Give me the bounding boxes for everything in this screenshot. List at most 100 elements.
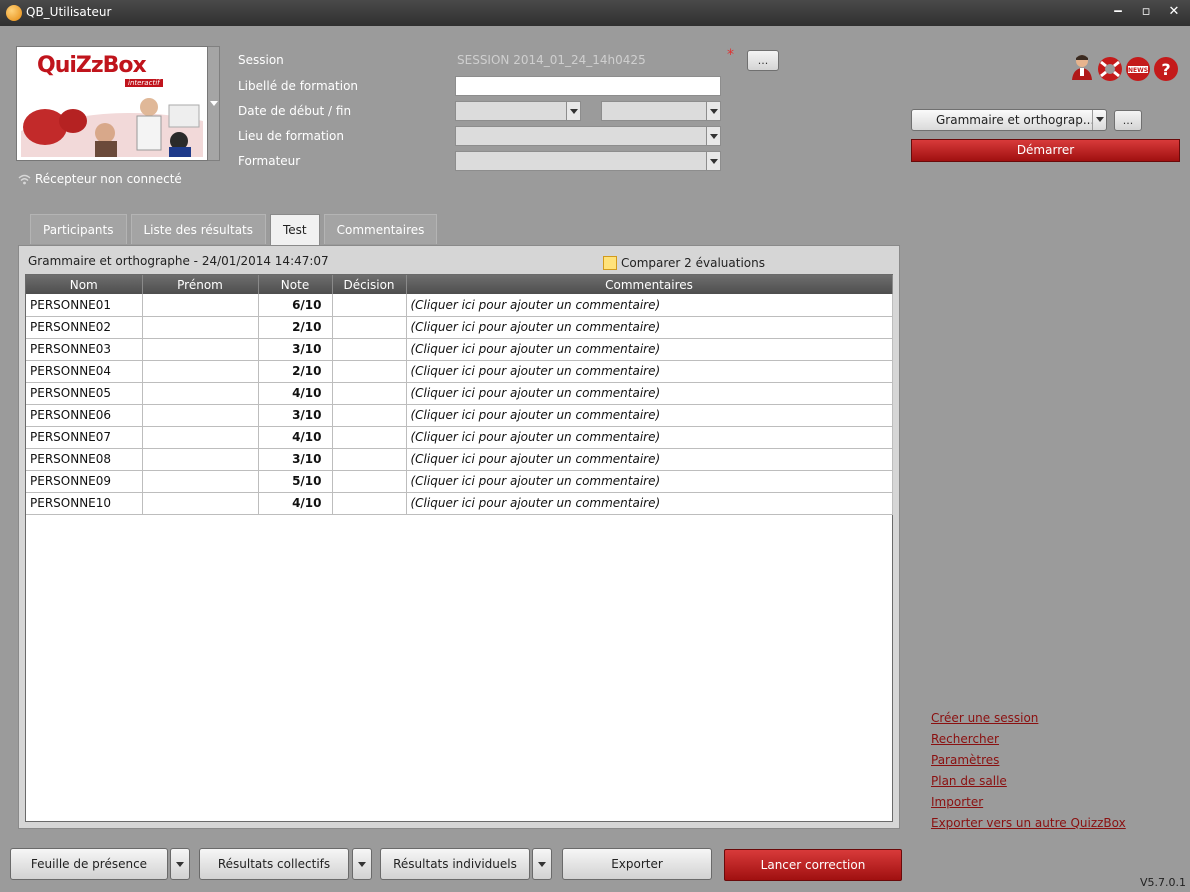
side-link[interactable]: Plan de salle [931, 771, 1126, 792]
cell-prenom [142, 404, 259, 427]
resultats-individuels-button[interactable]: Résultats individuels [380, 848, 530, 880]
table-row[interactable]: PERSONNE09 5/10 (Cliquer ici pour ajouter … [26, 470, 893, 493]
end-date-select[interactable] [601, 101, 721, 121]
column-header-note[interactable]: Note [258, 275, 333, 294]
start-date-select[interactable] [455, 101, 581, 121]
column-header-comments[interactable]: Commentaires [406, 275, 893, 294]
user-icon[interactable] [1069, 53, 1095, 81]
news-icon[interactable]: NEWS [1125, 55, 1151, 83]
compare-checkbox[interactable]: Comparer 2 évaluations [603, 256, 765, 270]
cell-decision [332, 426, 407, 449]
chevron-down-icon[interactable] [706, 152, 720, 170]
logo-illustration [21, 91, 203, 157]
table-row[interactable]: PERSONNE10 4/10 (Cliquer ici pour ajouter … [26, 492, 893, 515]
side-link[interactable]: Créer une session [931, 708, 1126, 729]
cell-note: 6/10 [258, 294, 333, 317]
table-row[interactable]: PERSONNE07 4/10 (Cliquer ici pour ajouter … [26, 426, 893, 449]
table-row[interactable]: PERSONNE08 3/10 (Cliquer ici pour ajouter … [26, 448, 893, 471]
close-icon[interactable]: ✕ [1163, 3, 1185, 21]
tab-participants[interactable]: Participants [30, 214, 127, 244]
maximize-icon[interactable]: ▫ [1135, 3, 1157, 21]
side-link[interactable]: Rechercher [931, 729, 1126, 750]
receiver-status: Récepteur non connecté [18, 172, 182, 186]
cell-comment[interactable]: (Cliquer ici pour ajouter un commentaire… [406, 316, 893, 339]
cell-decision [332, 316, 407, 339]
resultats-collectifs-button[interactable]: Résultats collectifs [199, 848, 349, 880]
chevron-down-icon[interactable] [1092, 110, 1106, 130]
cell-comment[interactable]: (Cliquer ici pour ajouter un commentaire… [406, 426, 893, 449]
formateur-select[interactable] [455, 151, 721, 171]
side-link[interactable]: Importer [931, 792, 1126, 813]
cell-decision [332, 448, 407, 471]
libelle-input[interactable] [455, 76, 721, 96]
cell-prenom [142, 316, 259, 339]
required-marker: * [727, 47, 734, 63]
results-body: PERSONNE01 6/10 (Cliquer ici pour ajouter … [26, 294, 893, 515]
column-header-prenom[interactable]: Prénom [142, 275, 259, 294]
tab-test[interactable]: Test [270, 214, 320, 247]
cell-nom: PERSONNE09 [26, 470, 143, 493]
resultats-collectifs-dropdown[interactable] [352, 848, 372, 880]
help-icon[interactable]: ? [1153, 55, 1179, 83]
checkbox-icon[interactable] [603, 256, 617, 270]
feuille-presence-button[interactable]: Feuille de présence [10, 848, 168, 880]
life-ring-icon[interactable] [1097, 55, 1123, 83]
chevron-down-icon[interactable] [566, 102, 580, 120]
minimize-icon[interactable]: ‒ [1107, 3, 1129, 21]
start-button[interactable]: Démarrer [911, 139, 1180, 162]
tab-comments[interactable]: Commentaires [323, 214, 438, 244]
table-row[interactable]: PERSONNE02 2/10 (Cliquer ici pour ajouter … [26, 316, 893, 339]
cell-comment[interactable]: (Cliquer ici pour ajouter un commentaire… [406, 404, 893, 427]
cell-nom: PERSONNE10 [26, 492, 143, 515]
resultats-individuels-dropdown[interactable] [532, 848, 552, 880]
lieu-select[interactable] [455, 126, 721, 146]
cell-comment[interactable]: (Cliquer ici pour ajouter un commentaire… [406, 470, 893, 493]
table-row[interactable]: PERSONNE03 3/10 (Cliquer ici pour ajouter … [26, 338, 893, 361]
cell-prenom [142, 294, 259, 317]
cell-nom: PERSONNE03 [26, 338, 143, 361]
cell-note: 2/10 [258, 360, 333, 383]
cell-prenom [142, 382, 259, 405]
side-link[interactable]: Paramètres [931, 750, 1126, 771]
cell-comment[interactable]: (Cliquer ici pour ajouter un commentaire… [406, 448, 893, 471]
cell-note: 4/10 [258, 426, 333, 449]
quizzbox-logo[interactable]: QuiZzBox interactif [16, 46, 208, 161]
chevron-down-icon[interactable] [706, 102, 720, 120]
wifi-icon [18, 174, 31, 185]
cell-decision [332, 404, 407, 427]
table-row[interactable]: PERSONNE01 6/10 (Cliquer ici pour ajouter … [26, 294, 893, 317]
logo-tagline: interactif [125, 79, 163, 87]
side-link[interactable]: Exporter vers un autre QuizzBox [931, 813, 1126, 834]
cell-note: 3/10 [258, 404, 333, 427]
results-panel: Grammaire et orthographe - 24/01/2014 14… [18, 245, 900, 829]
cell-note: 2/10 [258, 316, 333, 339]
cell-decision [332, 294, 407, 317]
tab-results-list[interactable]: Liste des résultats [130, 214, 266, 244]
table-row[interactable]: PERSONNE06 3/10 (Cliquer ici pour ajouter … [26, 404, 893, 427]
test-select[interactable]: Grammaire et orthograp... [911, 109, 1107, 131]
logo-dropdown-button[interactable] [208, 46, 220, 161]
cell-comment[interactable]: (Cliquer ici pour ajouter un commentaire… [406, 382, 893, 405]
side-links: Créer une session Rechercher Paramètres Pla… [931, 708, 1126, 834]
table-row[interactable]: PERSONNE05 4/10 (Cliquer ici pour ajouter … [26, 382, 893, 405]
libelle-label: Libellé de formation [238, 79, 359, 93]
column-header-nom[interactable]: Nom [26, 275, 143, 294]
table-row[interactable]: PERSONNE04 2/10 (Cliquer ici pour ajouter … [26, 360, 893, 383]
cell-comment[interactable]: (Cliquer ici pour ajouter un commentaire… [406, 492, 893, 515]
cell-decision [332, 338, 407, 361]
test-browse-button[interactable]: ... [1114, 110, 1142, 131]
cell-comment[interactable]: (Cliquer ici pour ajouter un commentaire… [406, 294, 893, 317]
cell-nom: PERSONNE07 [26, 426, 143, 449]
session-browse-button[interactable]: ... [747, 50, 779, 71]
chevron-down-icon[interactable] [706, 127, 720, 145]
column-header-decision[interactable]: Décision [332, 275, 407, 294]
svg-text:?: ? [1161, 60, 1170, 79]
cell-nom: PERSONNE01 [26, 294, 143, 317]
cell-comment[interactable]: (Cliquer ici pour ajouter un commentaire… [406, 360, 893, 383]
cell-comment[interactable]: (Cliquer ici pour ajouter un commentaire… [406, 338, 893, 361]
launch-correction-button[interactable]: Lancer correction [724, 849, 902, 881]
feuille-presence-dropdown[interactable] [170, 848, 190, 880]
cell-note: 3/10 [258, 338, 333, 361]
cell-prenom [142, 338, 259, 361]
export-button[interactable]: Exporter [562, 848, 712, 880]
